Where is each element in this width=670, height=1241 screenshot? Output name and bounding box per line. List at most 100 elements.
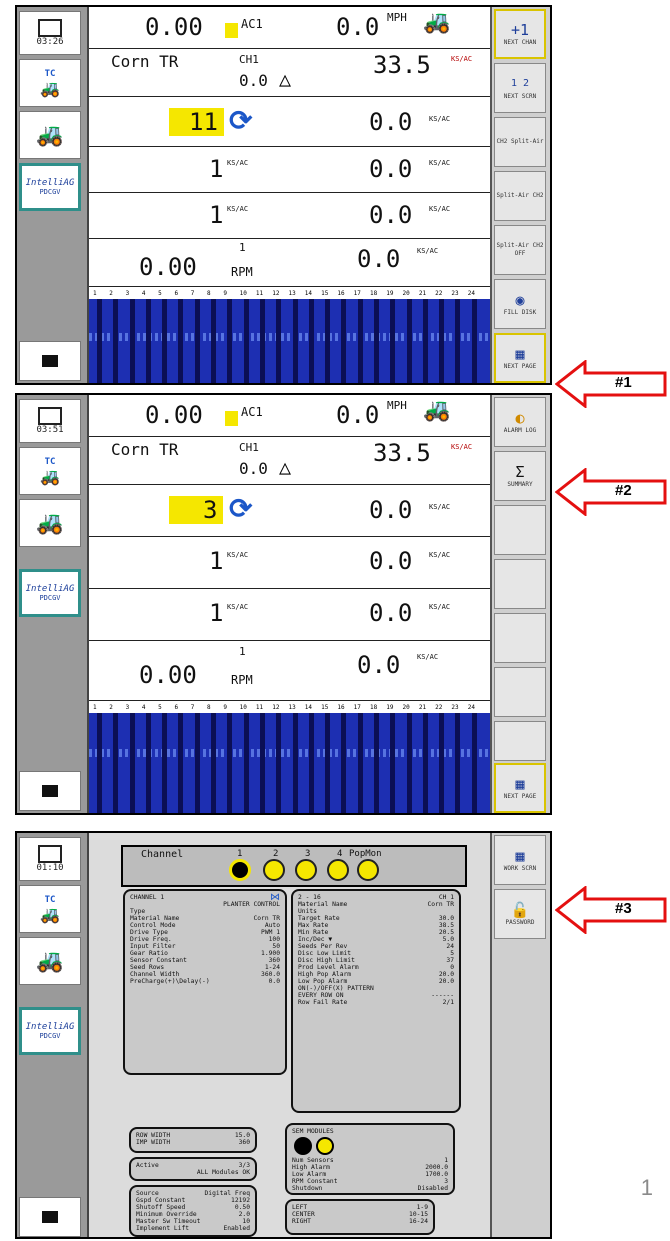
ruler-tick: 19 xyxy=(386,290,394,297)
row-bar-graph xyxy=(89,713,490,813)
camera-button[interactable] xyxy=(19,341,81,381)
camera-button[interactable] xyxy=(19,771,81,811)
row3-unit: KS/AC xyxy=(429,115,451,123)
ruler-tick: 5 xyxy=(158,290,162,297)
channel-config-rows: Type Material Name Corn TR Control Mode Auto… xyxy=(130,908,280,985)
sem-key: Shutdown xyxy=(292,1185,323,1192)
product-config-row: Disc High Limit 37 xyxy=(298,957,454,964)
ruler-tick: 21 xyxy=(418,704,427,711)
empty-button-6[interactable] xyxy=(494,667,546,717)
fill-disk-button[interactable]: ◉ FILL DISK xyxy=(494,279,546,329)
sem-dot-1[interactable] xyxy=(294,1137,312,1155)
right-button-column: +1 NEXT CHAN 1 2 NEXT SCRN CH2 Split-Air… xyxy=(490,7,550,383)
popmon-dot[interactable] xyxy=(357,859,379,881)
ruler-tick: 3 xyxy=(125,290,130,297)
tractor-button[interactable]: 🚜 xyxy=(19,937,81,985)
channel-4-dot[interactable] xyxy=(327,859,349,881)
product-config-row: Row Fail Rate 2/1 xyxy=(298,999,454,1006)
tractor-button[interactable]: 🚜 xyxy=(19,111,81,159)
section-key: LEFT xyxy=(292,1204,308,1211)
source-row: Gspd Constant 12192 xyxy=(136,1197,250,1204)
valve-icon: ⋈ xyxy=(270,892,280,903)
ruler-tick: 13 xyxy=(288,290,296,297)
ruler-tick: 1 xyxy=(93,704,97,711)
section-row: LEFT 1-9 xyxy=(292,1204,428,1211)
row3-value: 0.0 xyxy=(369,496,413,524)
sem-key: RPM Constant xyxy=(292,1178,338,1185)
tractor-button[interactable]: 🚜 xyxy=(19,499,81,547)
ruler-tick: 24 xyxy=(467,704,475,711)
brand-label: IntelliAG xyxy=(25,1022,75,1032)
clock-display-button[interactable]: 01:10 xyxy=(19,837,81,881)
ruler-tick: 9 xyxy=(223,290,227,297)
tc-icon: TC xyxy=(44,68,56,79)
ch2-split-air-button[interactable]: CH2 Split-Air xyxy=(494,117,546,167)
next-page-button[interactable]: ▦ NEXT PAGE xyxy=(494,763,546,813)
tractor-icon: 🚜 xyxy=(40,78,60,98)
active-label: Active xyxy=(136,1162,159,1169)
intelliag-button[interactable]: IntelliAG PDCGV xyxy=(19,163,81,211)
summary-button[interactable]: Σ SUMMARY xyxy=(494,451,546,501)
section-rows: LEFT 1-9 CENTER 10-15 RIGHT 16-24 xyxy=(292,1204,428,1225)
intelliag-button[interactable]: IntelliAG PDCGV xyxy=(19,569,81,617)
tc-tractor-button[interactable]: TC 🚜 xyxy=(19,59,81,107)
channel-config-value: Corn TR xyxy=(253,915,280,922)
product-config-key: Disc Low Limit xyxy=(298,950,352,957)
split-air-off-button[interactable]: Split-Air CH2 OFF xyxy=(494,225,546,275)
empty-button-4[interactable] xyxy=(494,559,546,609)
speed-row: 0.00 AC1 0.0 MPH 🚜 xyxy=(89,395,490,437)
source-key: Minimum Override xyxy=(136,1211,197,1218)
empty-button-5[interactable] xyxy=(494,613,546,663)
empty-button-3[interactable] xyxy=(494,505,546,555)
next-page-button[interactable]: ▦ NEXT PAGE xyxy=(494,333,546,383)
channel-3-dot[interactable] xyxy=(295,859,317,881)
row4-value: 0.0 xyxy=(369,547,413,575)
empty-button-7[interactable] xyxy=(494,721,546,761)
section-value: 16-24 xyxy=(409,1218,428,1225)
intelliag-button[interactable]: IntelliAG PDCGV xyxy=(19,1007,81,1055)
row6-value: 0.0 xyxy=(357,245,401,273)
clock-display-button[interactable]: 03:51 xyxy=(19,399,81,443)
next-scrn-button[interactable]: 1 2 NEXT SCRN xyxy=(494,63,546,113)
left-button-column: 03:26 TC 🚜 🚜 IntelliAG PDCGV xyxy=(17,7,89,383)
row-bar xyxy=(439,713,445,813)
camera-button[interactable] xyxy=(19,1197,81,1237)
tc-tractor-button[interactable]: TC 🚜 xyxy=(19,885,81,933)
camera-icon xyxy=(42,355,58,367)
channel-1-dot[interactable] xyxy=(229,859,251,881)
tractor-icon: 🚜 xyxy=(36,122,64,148)
password-button[interactable]: 🔓 PASSWORD xyxy=(494,889,546,939)
row-bar xyxy=(455,299,461,383)
split-air-ch2-button[interactable]: Split-Air CH2 xyxy=(494,171,546,221)
channel-2-dot[interactable] xyxy=(263,859,285,881)
row5-value: 0.0 xyxy=(369,201,413,229)
row5-unit: KS/AC xyxy=(429,603,451,611)
row-bar xyxy=(471,713,477,813)
camera-icon xyxy=(42,785,58,797)
sigma-icon: Σ xyxy=(515,463,525,481)
next-chan-button[interactable]: +1 NEXT CHAN xyxy=(494,9,546,59)
ruler-tick: 4 xyxy=(141,290,146,297)
product-config-row: High Pop Alarm 20.0 xyxy=(298,971,454,978)
channel-config-value: 360.0 xyxy=(261,971,280,978)
row4-unit: KS/AC xyxy=(429,551,451,559)
ruler-tick: 1 xyxy=(93,290,97,297)
product-config-row: EVERY ROW ON ------ xyxy=(298,992,454,999)
row-bar xyxy=(162,713,168,813)
sem-dot-2[interactable] xyxy=(316,1137,334,1155)
product-name: Corn TR xyxy=(111,52,179,71)
row6-unit: KS/AC xyxy=(417,247,439,255)
tc-tractor-button[interactable]: TC 🚜 xyxy=(19,447,81,495)
row-bar xyxy=(308,713,314,813)
clock-display-button[interactable]: 03:26 xyxy=(19,11,81,55)
row-bar xyxy=(325,713,331,813)
ruler-tick: 6 xyxy=(174,290,179,297)
work-scrn-button[interactable]: ▦ WORK SCRN xyxy=(494,835,546,885)
row-bar xyxy=(243,299,249,383)
channel-config-row: Material Name Corn TR xyxy=(130,915,280,922)
row4-left-unit: KS/AC xyxy=(227,551,249,559)
ruler-tick: 13 xyxy=(288,704,296,711)
alarm-log-button[interactable]: ◐ ALARM LOG xyxy=(494,397,546,447)
product-config-value: 24 xyxy=(446,943,454,950)
ruler-tick: 19 xyxy=(386,704,394,711)
